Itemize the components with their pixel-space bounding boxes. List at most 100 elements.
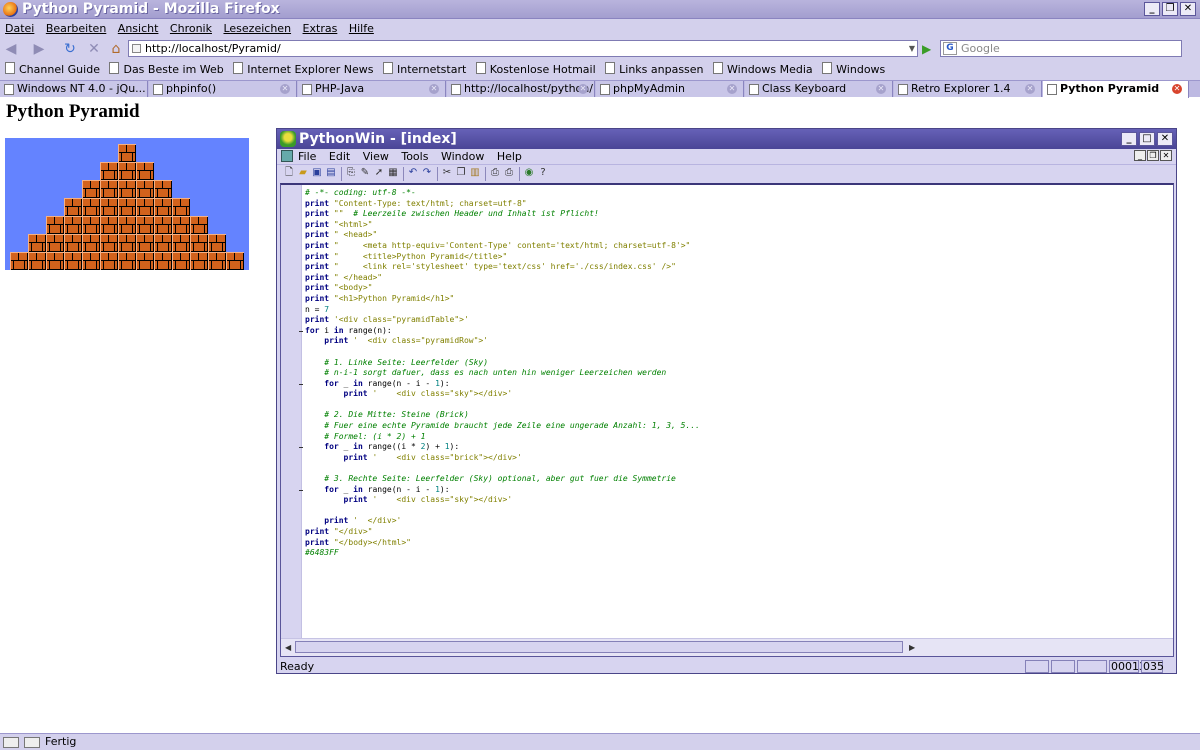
sky-cell [136, 144, 154, 162]
print-icon[interactable]: ⎙ [503, 167, 515, 179]
tab[interactable]: Retro Explorer 1.4 ✕ [894, 81, 1042, 97]
bookmark-item[interactable]: Channel Guide [5, 60, 100, 80]
brick-cell [154, 216, 172, 234]
fold-marker[interactable] [299, 447, 303, 449]
mdi-minimize-button[interactable]: _ [1134, 150, 1146, 161]
code-editor[interactable]: # -*- coding: utf-8 -*- print "Content-T… [280, 183, 1174, 657]
back-icon[interactable]: ◀ [3, 41, 19, 57]
url-bar[interactable]: http://localhost/Pyramid/ ▼ [128, 40, 918, 57]
undo-icon[interactable]: ↶ [407, 167, 419, 179]
sky-cell [46, 198, 64, 216]
menu-bearbeiten[interactable]: Bearbeiten [46, 22, 106, 35]
sky-cell [226, 180, 244, 198]
horizontal-scrollbar[interactable]: ◀ ▶ [281, 638, 1173, 656]
tab[interactable]: Windows NT 4.0 - jQu... [0, 81, 148, 97]
sky-cell [10, 162, 28, 180]
brick-cell [10, 252, 28, 270]
redo-icon[interactable]: ↷ [421, 167, 433, 179]
toolbar-separator [485, 167, 486, 181]
sky-cell [46, 162, 64, 180]
brick-cell [172, 234, 190, 252]
status-icon[interactable] [24, 737, 40, 748]
pythonwin-toolbar: 🗋 ▰ ▣ ▤ ⎘ ✎ ➚ ▦ ↶ ↷ ✂ ❐ ▥ ⎙ ⎙ ◉ ? [277, 164, 1176, 182]
cut-icon[interactable]: ✂ [441, 167, 453, 179]
copy-icon[interactable]: ❐ [455, 167, 467, 179]
mdi-close-button[interactable]: ✕ [1160, 150, 1172, 161]
bookmark-item[interactable]: Das Beste im Web [109, 60, 223, 80]
pw-menu-window[interactable]: Window [441, 150, 484, 163]
sky-cell [64, 162, 82, 180]
menu-chronik[interactable]: Chronik [170, 22, 212, 35]
tab[interactable]: PHP-Java ✕ [298, 81, 446, 97]
go-icon[interactable]: ▶ [922, 42, 931, 56]
restore-button[interactable]: ❐ [1162, 2, 1178, 16]
tab-close-icon[interactable]: ✕ [1172, 84, 1182, 94]
tab-close-icon[interactable]: ✕ [727, 84, 737, 94]
pw-menu-tools[interactable]: Tools [401, 150, 428, 163]
mdi-restore-button[interactable]: ❐ [1147, 150, 1159, 161]
tab-close-icon[interactable]: ✕ [429, 84, 439, 94]
menu-datei[interactable]: Datei [5, 22, 34, 35]
scroll-left-icon[interactable]: ◀ [285, 643, 291, 652]
fold-marker[interactable] [299, 383, 303, 385]
grid-icon[interactable]: ▦ [387, 167, 399, 179]
home-icon[interactable]: ⌂ [108, 41, 124, 57]
scrollbar-thumb[interactable] [295, 641, 903, 653]
open-folder-icon[interactable]: ▰ [297, 167, 309, 179]
scroll-right-icon[interactable]: ▶ [909, 643, 915, 652]
fold-marker[interactable] [299, 489, 303, 491]
menu-lesezeichen[interactable]: Lesezeichen [223, 22, 291, 35]
new-file-icon[interactable]: 🗋 [283, 167, 295, 179]
tab-active[interactable]: Python Pyramid ✕ [1043, 81, 1189, 98]
print-preview-icon[interactable]: ⎙ [489, 167, 501, 179]
document-icon[interactable] [281, 150, 293, 162]
paste-icon[interactable]: ▥ [469, 167, 481, 179]
bookmark-item[interactable]: Internetstart [383, 60, 466, 80]
import-icon[interactable]: ⎘ [345, 167, 357, 179]
menu-ansicht[interactable]: Ansicht [118, 22, 159, 35]
pw-menu-edit[interactable]: Edit [329, 150, 350, 163]
status-icon[interactable] [3, 737, 19, 748]
url-dropdown-icon[interactable]: ▼ [909, 41, 915, 56]
bookmark-item[interactable]: Windows Media [713, 60, 813, 80]
pythonwin-minimize-button[interactable]: _ [1121, 132, 1137, 146]
tab-close-icon[interactable]: ✕ [578, 84, 588, 94]
close-button[interactable]: ✕ [1180, 2, 1196, 16]
reload-icon[interactable]: ↻ [62, 41, 78, 57]
menu-hilfe[interactable]: Hilfe [349, 22, 374, 35]
bookmark-item[interactable]: Windows [822, 60, 885, 80]
tab[interactable]: Class Keyboard ✕ [745, 81, 893, 97]
fold-marker[interactable] [299, 330, 303, 332]
brick-cell [136, 180, 154, 198]
pw-menu-help[interactable]: Help [497, 150, 522, 163]
tab[interactable]: http://localhost/python/✕ [447, 81, 595, 97]
brick-cell [154, 252, 172, 270]
sky-cell [208, 216, 226, 234]
code-text[interactable]: # -*- coding: utf-8 -*- print "Content-T… [305, 188, 700, 559]
search-bar[interactable]: G Google [940, 40, 1182, 57]
google-search-icon[interactable]: G [943, 42, 957, 55]
save-all-icon[interactable]: ▤ [325, 167, 337, 179]
save-icon[interactable]: ▣ [311, 167, 323, 179]
pythonwin-close-button[interactable]: ✕ [1157, 132, 1173, 146]
forward-icon[interactable]: ▶ [31, 41, 47, 57]
tab-close-icon[interactable]: ✕ [1025, 84, 1035, 94]
tab[interactable]: phpinfo() ✕ [149, 81, 297, 97]
bookmark-item[interactable]: Kostenlose Hotmail [476, 60, 596, 80]
sky-cell [28, 198, 46, 216]
bookmark-item[interactable]: Internet Explorer News [233, 60, 373, 80]
menu-extras[interactable]: Extras [303, 22, 338, 35]
tab-close-icon[interactable]: ✕ [876, 84, 886, 94]
bookmark-item[interactable]: Links anpassen [605, 60, 703, 80]
python-icon[interactable]: ◉ [523, 167, 535, 179]
pythonwin-maximize-button[interactable]: □ [1139, 132, 1155, 146]
run-icon[interactable]: ➚ [373, 167, 385, 179]
pw-menu-file[interactable]: File [298, 150, 316, 163]
check-icon[interactable]: ✎ [359, 167, 371, 179]
tab[interactable]: phpMyAdmin ✕ [596, 81, 744, 97]
tab-close-icon[interactable]: ✕ [280, 84, 290, 94]
stop-icon[interactable]: ✕ [86, 41, 102, 57]
minimize-button[interactable]: _ [1144, 2, 1160, 16]
pw-menu-view[interactable]: View [363, 150, 389, 163]
help-icon[interactable]: ? [537, 167, 549, 179]
